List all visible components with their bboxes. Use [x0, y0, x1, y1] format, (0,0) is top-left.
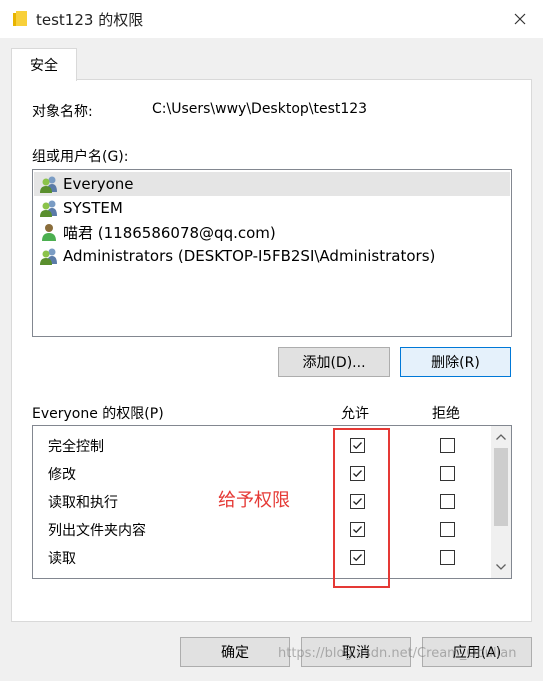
close-button[interactable]: [497, 0, 543, 38]
group-icon: [40, 248, 57, 265]
deny-checkbox[interactable]: [440, 494, 455, 509]
scroll-down-icon[interactable]: [495, 562, 507, 572]
user-name: Administrators (DESKTOP-I5FB2SI\Administ…: [63, 247, 436, 265]
permission-row: 完全控制: [33, 431, 489, 459]
allow-column-header: 允许: [341, 406, 369, 422]
group-user-list[interactable]: Everyone SYSTEM 喵君 (1186586078@qq.com) A…: [32, 169, 512, 337]
ok-button[interactable]: 确定: [180, 637, 290, 667]
permission-name: 修改: [48, 467, 76, 483]
object-name-label: 对象名称:: [32, 104, 93, 120]
user-name: Everyone: [63, 175, 134, 193]
close-icon: [514, 13, 526, 25]
deny-column-header: 拒绝: [432, 406, 460, 422]
deny-checkbox[interactable]: [440, 466, 455, 481]
watermark: https://blog.csdn.net/Cream_Obulian: [278, 646, 517, 661]
deny-checkbox[interactable]: [440, 522, 455, 537]
window-title: test123 的权限: [36, 11, 144, 29]
tab-strip: [0, 38, 543, 78]
permissions-label: Everyone 的权限(P): [32, 406, 164, 422]
permission-name: 完全控制: [48, 439, 104, 455]
annotation-text: 给予权限: [218, 490, 290, 511]
permission-name: 读取和执行: [48, 495, 118, 511]
group-icon: [40, 176, 57, 193]
groups-label: 组或用户名(G):: [32, 149, 129, 165]
deny-checkbox[interactable]: [440, 438, 455, 453]
deny-checkbox[interactable]: [440, 550, 455, 565]
scrollbar-thumb[interactable]: [494, 448, 508, 526]
permission-name: 读取: [48, 551, 76, 567]
group-icon: [40, 200, 57, 217]
folder-icon: [13, 11, 27, 26]
list-item-system[interactable]: SYSTEM: [34, 196, 510, 220]
list-item-administrators[interactable]: Administrators (DESKTOP-I5FB2SI\Administ…: [34, 244, 510, 268]
permission-name: 列出文件夹内容: [48, 523, 146, 539]
add-button[interactable]: 添加(D)...: [278, 347, 390, 377]
permission-row: 列出文件夹内容: [33, 515, 489, 543]
title-bar: test123 的权限: [0, 0, 543, 38]
list-item-everyone[interactable]: Everyone: [34, 172, 510, 196]
annotation-highlight-box: [333, 428, 390, 588]
permission-row: 修改: [33, 459, 489, 487]
user-name: SYSTEM: [63, 199, 123, 217]
permission-row-partial: [33, 571, 489, 579]
deny-checkbox[interactable]: [440, 578, 455, 579]
permission-row: 读取: [33, 543, 489, 571]
user-name: 喵君 (1186586078@qq.com): [63, 223, 276, 242]
remove-button[interactable]: 删除(R): [400, 347, 511, 377]
tab-security[interactable]: 安全: [11, 48, 77, 81]
scroll-up-icon[interactable]: [495, 432, 507, 442]
list-item-user[interactable]: 喵君 (1186586078@qq.com): [34, 220, 510, 244]
user-icon: [42, 224, 56, 241]
vertical-scrollbar[interactable]: [491, 426, 511, 578]
object-name-value: C:\Users\wwy\Desktop\test123: [152, 101, 368, 117]
